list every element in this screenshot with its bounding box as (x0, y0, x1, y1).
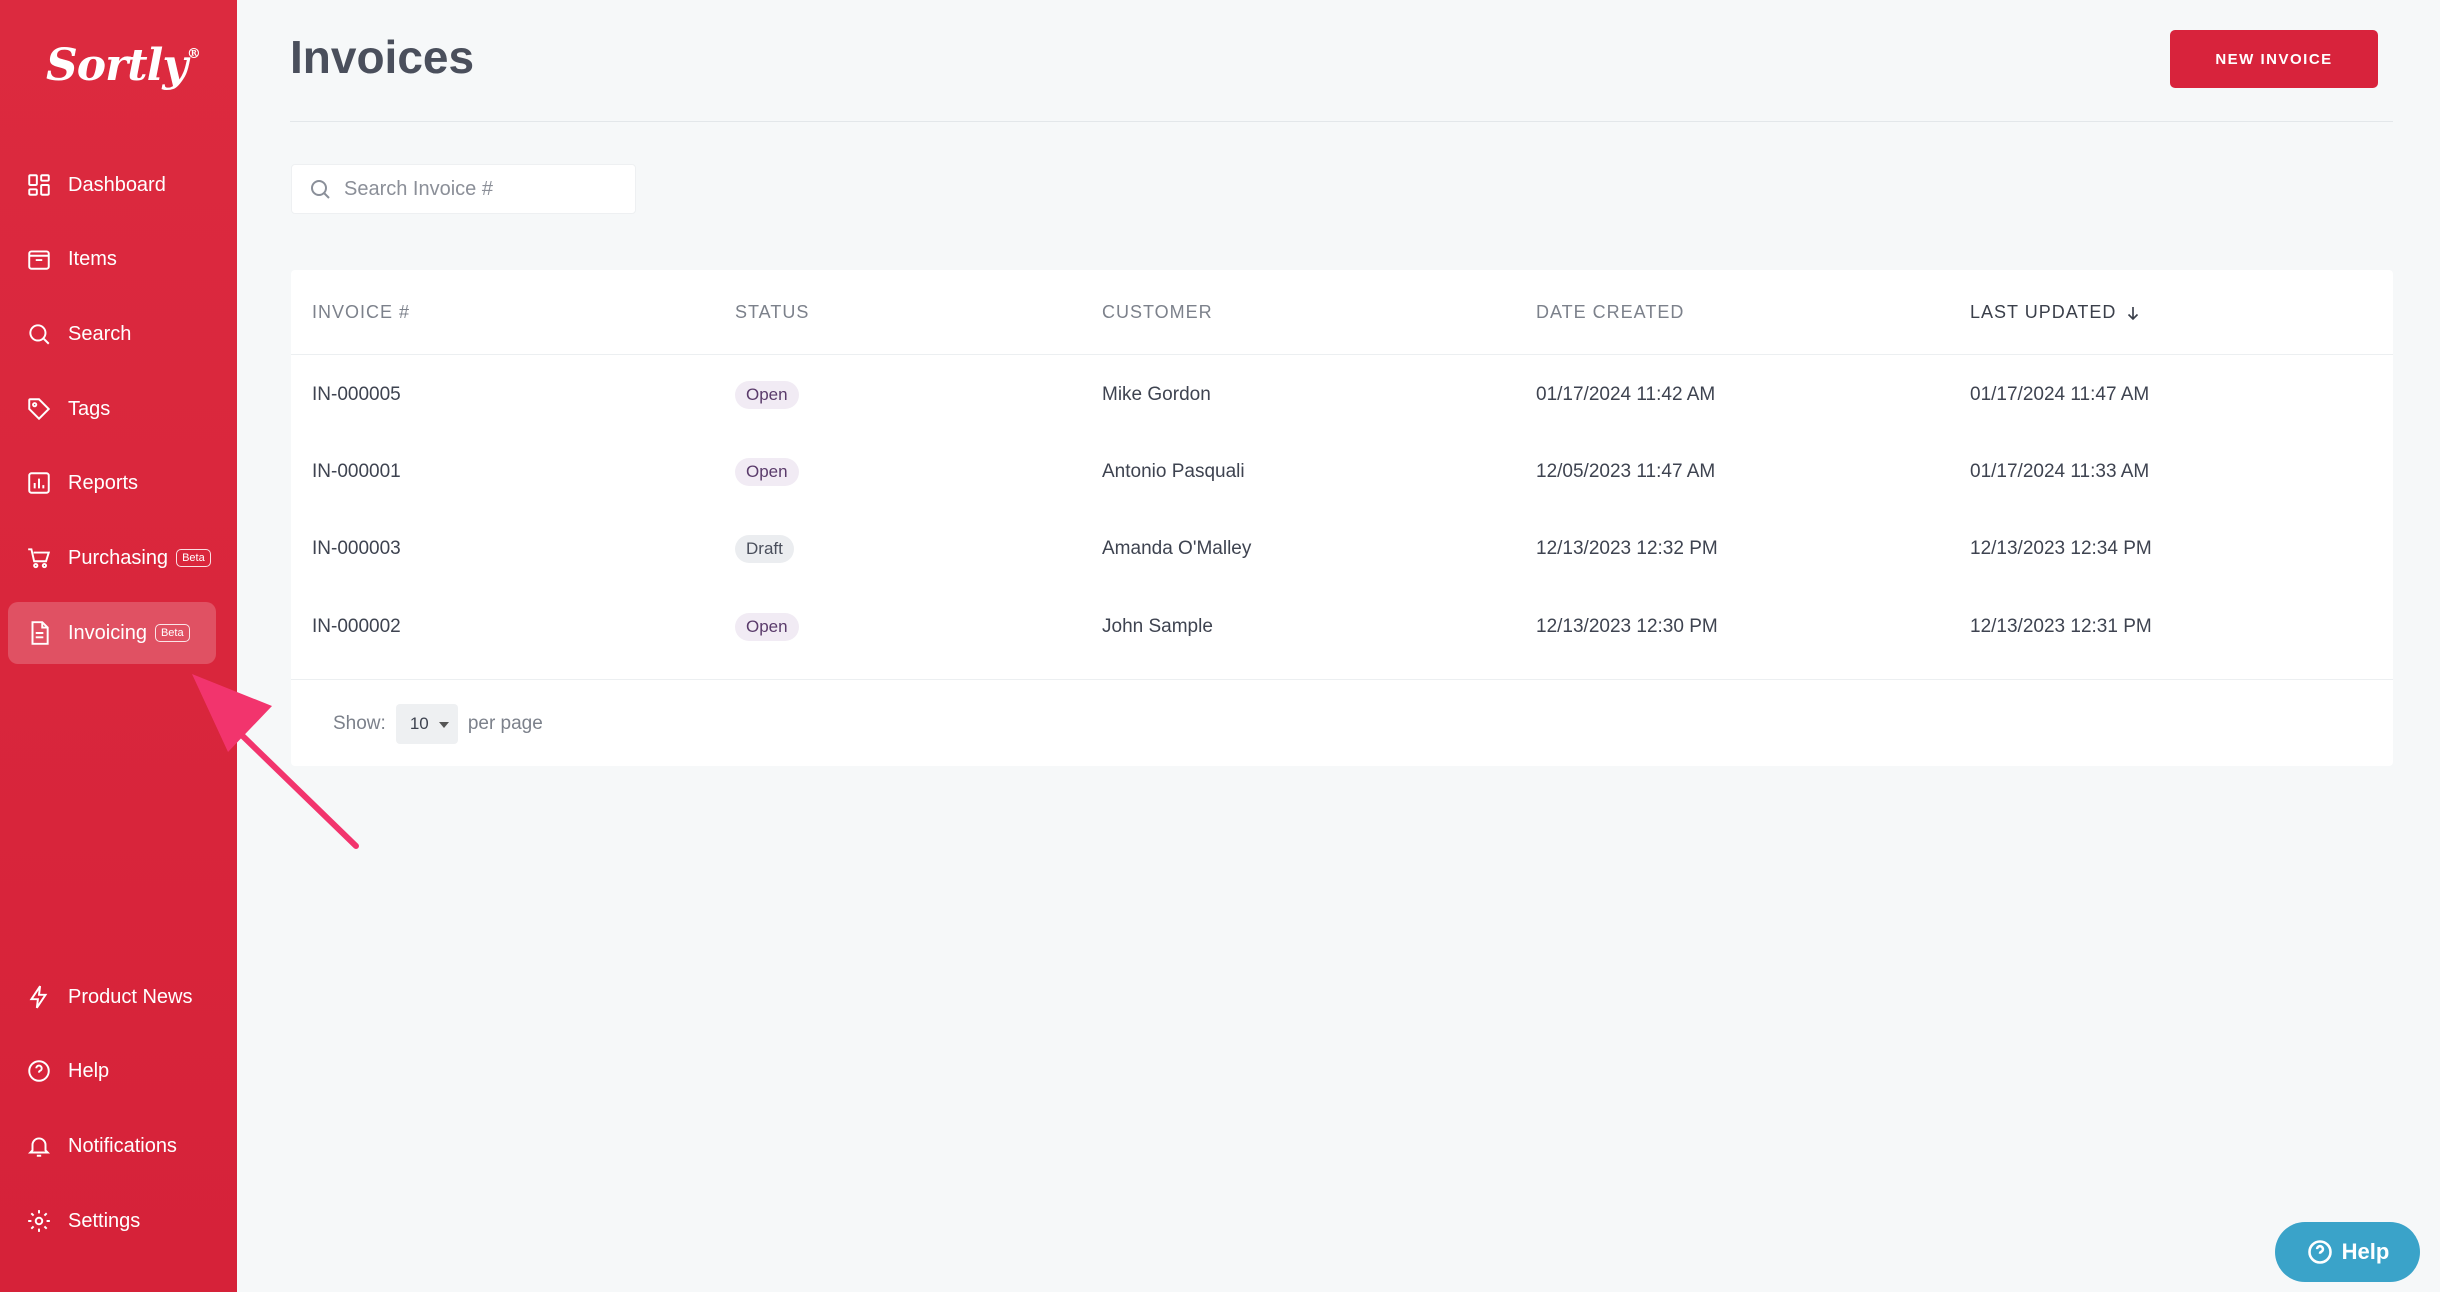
sidebar-item-label: Search (68, 322, 132, 345)
help-icon (2307, 1240, 2332, 1264)
sortly-logo[interactable]: Sortly® (46, 40, 201, 91)
date-created: 01/17/2024 11:42 AM (1536, 383, 1716, 405)
last-updated: 12/13/2023 12:31 PM (1970, 615, 2152, 637)
gear-icon (26, 1208, 52, 1234)
customer-name: John Sample (1102, 615, 1213, 637)
date-created: 12/05/2023 11:47 AM (1536, 460, 1716, 482)
sidebar-item-reports[interactable]: Reports (8, 452, 216, 514)
reports-icon (26, 470, 52, 496)
sidebar: Sortly® Dashboard Items Search Tags Repo… (0, 0, 237, 1292)
sidebar-item-label: Items (68, 247, 117, 270)
new-invoice-button[interactable]: NEW INVOICE (2170, 30, 2378, 88)
invoice-number[interactable]: IN-000005 (312, 356, 401, 433)
table-row[interactable]: IN-000002 Open John Sample 12/13/2023 12… (291, 588, 2393, 665)
column-header-date-created[interactable]: DATE CREATED (1536, 302, 1684, 323)
status-badge: Open (735, 380, 799, 409)
lightning-icon (26, 984, 52, 1010)
sidebar-item-label: Reports (68, 471, 139, 494)
sidebar-item-settings[interactable]: Settings (8, 1190, 216, 1252)
sort-descending-icon (2128, 306, 2139, 320)
beta-badge: Beta (154, 624, 190, 642)
invoice-number[interactable]: IN-000002 (312, 588, 401, 665)
sidebar-item-help[interactable]: Help (8, 1040, 216, 1102)
table-row[interactable]: IN-000003 Draft Amanda O'Malley 12/13/20… (291, 510, 2393, 587)
last-updated: 01/17/2024 11:33 AM (1970, 460, 2150, 482)
customer-name: Amanda O'Malley (1102, 537, 1252, 559)
status-badge: Open (735, 457, 799, 486)
sidebar-item-label: Purchasing (68, 546, 169, 569)
invoice-icon (26, 620, 52, 646)
table-row[interactable]: IN-000001 Open Antonio Pasquali 12/05/20… (291, 433, 2393, 510)
column-header-last-updated[interactable]: LAST UPDATED (1970, 302, 2142, 323)
sidebar-item-notifications[interactable]: Notifications (8, 1115, 216, 1177)
tag-icon (26, 396, 52, 422)
dashboard-icon (26, 172, 52, 198)
header-divider (290, 121, 2393, 122)
column-header-invoice[interactable]: INVOICE # (312, 302, 410, 323)
help-widget-button[interactable]: Help (2275, 1222, 2420, 1282)
sidebar-item-product-news[interactable]: Product News (8, 966, 216, 1028)
date-created: 12/13/2023 12:32 PM (1536, 537, 1718, 559)
sidebar-item-search[interactable]: Search (8, 303, 216, 365)
annotation-arrow-icon (192, 674, 359, 849)
invoice-number[interactable]: IN-000003 (312, 510, 401, 587)
beta-badge: Beta (176, 549, 211, 567)
sidebar-item-purchasing[interactable]: Purchasing Beta (8, 527, 216, 589)
last-updated: 12/13/2023 12:34 PM (1970, 537, 2152, 559)
sidebar-item-label: Help (68, 1059, 110, 1082)
date-created: 12/13/2023 12:30 PM (1536, 615, 1718, 637)
sidebar-item-label: Invoicing (68, 621, 147, 644)
search-input[interactable] (344, 177, 624, 201)
sidebar-item-label: Dashboard (68, 173, 166, 196)
sidebar-item-label: Notifications (68, 1134, 177, 1157)
customer-name: Antonio Pasquali (1102, 460, 1245, 482)
search-box[interactable] (291, 164, 636, 214)
sidebar-item-label: Product News (68, 985, 193, 1008)
search-icon (311, 180, 330, 199)
items-icon (26, 246, 52, 272)
table-row[interactable]: IN-000005 Open Mike Gordon 01/17/2024 11… (291, 356, 2393, 433)
invoice-number[interactable]: IN-000001 (312, 433, 401, 510)
cart-icon (26, 545, 52, 571)
status-badge: Open (735, 612, 799, 641)
sidebar-item-label: Tags (68, 397, 111, 420)
bell-icon (26, 1133, 52, 1159)
sidebar-item-dashboard[interactable]: Dashboard (8, 154, 216, 216)
column-header-status[interactable]: STATUS (735, 302, 809, 323)
table-footer-divider (291, 679, 2393, 680)
table-header-divider (291, 354, 2393, 355)
help-icon (26, 1058, 52, 1084)
per-page-select[interactable]: 10 (395, 704, 458, 744)
per-page-label: per page (467, 713, 543, 734)
status-badge: Draft (735, 534, 794, 563)
sidebar-item-invoicing[interactable]: Invoicing Beta (8, 602, 216, 664)
last-updated: 01/17/2024 11:47 AM (1970, 383, 2150, 405)
column-header-customer[interactable]: CUSTOMER (1102, 302, 1213, 323)
chevron-down-icon (438, 722, 449, 728)
sidebar-item-items[interactable]: Items (8, 228, 216, 290)
page-title: Invoices (290, 31, 475, 83)
customer-name: Mike Gordon (1102, 383, 1211, 405)
invoices-table: INVOICE # STATUS CUSTOMER DATE CREATED L… (291, 270, 2393, 766)
sidebar-item-tags[interactable]: Tags (8, 378, 216, 440)
search-icon (26, 321, 52, 347)
sidebar-item-label: Settings (68, 1209, 141, 1232)
